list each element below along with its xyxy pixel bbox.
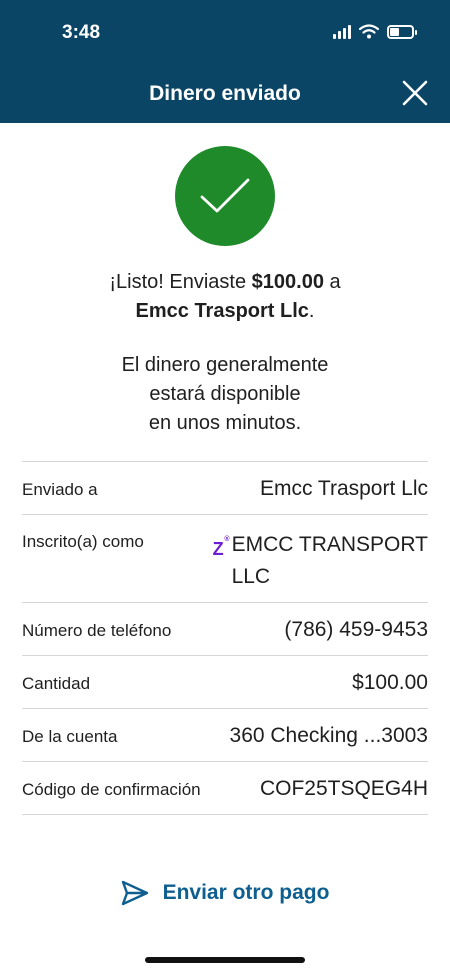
availability-line: en unos minutos. — [148, 412, 302, 434]
detail-label: Cantidad — [22, 674, 91, 693]
sent-amount: $100.00 — [251, 271, 324, 293]
detail-row-enrolled-as: Inscrito(a) como Z ® EMCC TRANSPORT LLC — [22, 515, 428, 603]
cellular-signal-icon — [333, 24, 351, 39]
enrolled-value: Z ® EMCC TRANSPORT LLC — [213, 529, 428, 593]
availability-message: El dinero generalmente estará disponible… — [0, 351, 450, 438]
send-another-payment-button[interactable]: Enviar otro pago — [0, 880, 450, 906]
detail-row-amount: Cantidad $100.00 — [22, 656, 428, 709]
detail-row-account: De la cuenta 360 Checking ...3003 — [22, 709, 428, 762]
enrolled-name-line: EMCC TRANSPORT — [231, 533, 428, 556]
detail-label: Enviado a — [22, 480, 98, 499]
close-icon[interactable] — [402, 80, 428, 106]
detail-label: Número de teléfono — [22, 621, 172, 640]
message-period: . — [308, 300, 315, 322]
home-indicator[interactable] — [145, 957, 305, 963]
success-checkmark-icon — [175, 146, 275, 246]
availability-line: estará disponible — [149, 383, 301, 405]
send-another-label: Enviar otro pago — [162, 881, 330, 904]
paper-plane-icon — [121, 880, 148, 906]
confirmation-message: ¡Listo! Enviaste $100.00 a Emcc Trasport… — [0, 268, 450, 326]
status-time: 3:48 — [62, 22, 101, 43]
detail-row-sent-to: Enviado a Emcc Trasport Llc — [22, 462, 428, 515]
detail-value: $100.00 — [352, 671, 428, 694]
detail-row-confirmation-code: Código de confirmación COF25TSQEG4H — [22, 762, 428, 815]
battery-icon — [387, 24, 417, 39]
status-icons — [333, 24, 417, 39]
wifi-icon — [359, 24, 379, 39]
header-bar: 3:48 Dinero enviado — [0, 0, 450, 123]
availability-line: El dinero generalmente — [121, 354, 329, 376]
message-prefix: ¡Listo! Enviaste — [109, 271, 252, 293]
detail-label: De la cuenta — [22, 727, 118, 746]
detail-label: Inscrito(a) como — [22, 532, 144, 551]
detail-value: Emcc Trasport Llc — [259, 477, 428, 500]
detail-value: (786) 459-9453 — [284, 618, 428, 641]
recipient-name: Emcc Trasport Llc — [135, 300, 309, 322]
enrolled-name-line: LLC — [231, 565, 271, 588]
detail-label: Código de confirmación — [22, 780, 201, 799]
detail-value: 360 Checking ...3003 — [229, 724, 428, 747]
detail-row-phone: Número de teléfono (786) 459-9453 — [22, 603, 428, 656]
zelle-logo-icon: Z ® — [212, 536, 230, 559]
message-suffix: a — [323, 271, 341, 293]
detail-value: COF25TSQEG4H — [259, 777, 428, 800]
page-title: Dinero enviado — [149, 82, 301, 105]
payment-details-table: Enviado a Emcc Trasport Llc Inscrito(a) … — [22, 461, 428, 815]
